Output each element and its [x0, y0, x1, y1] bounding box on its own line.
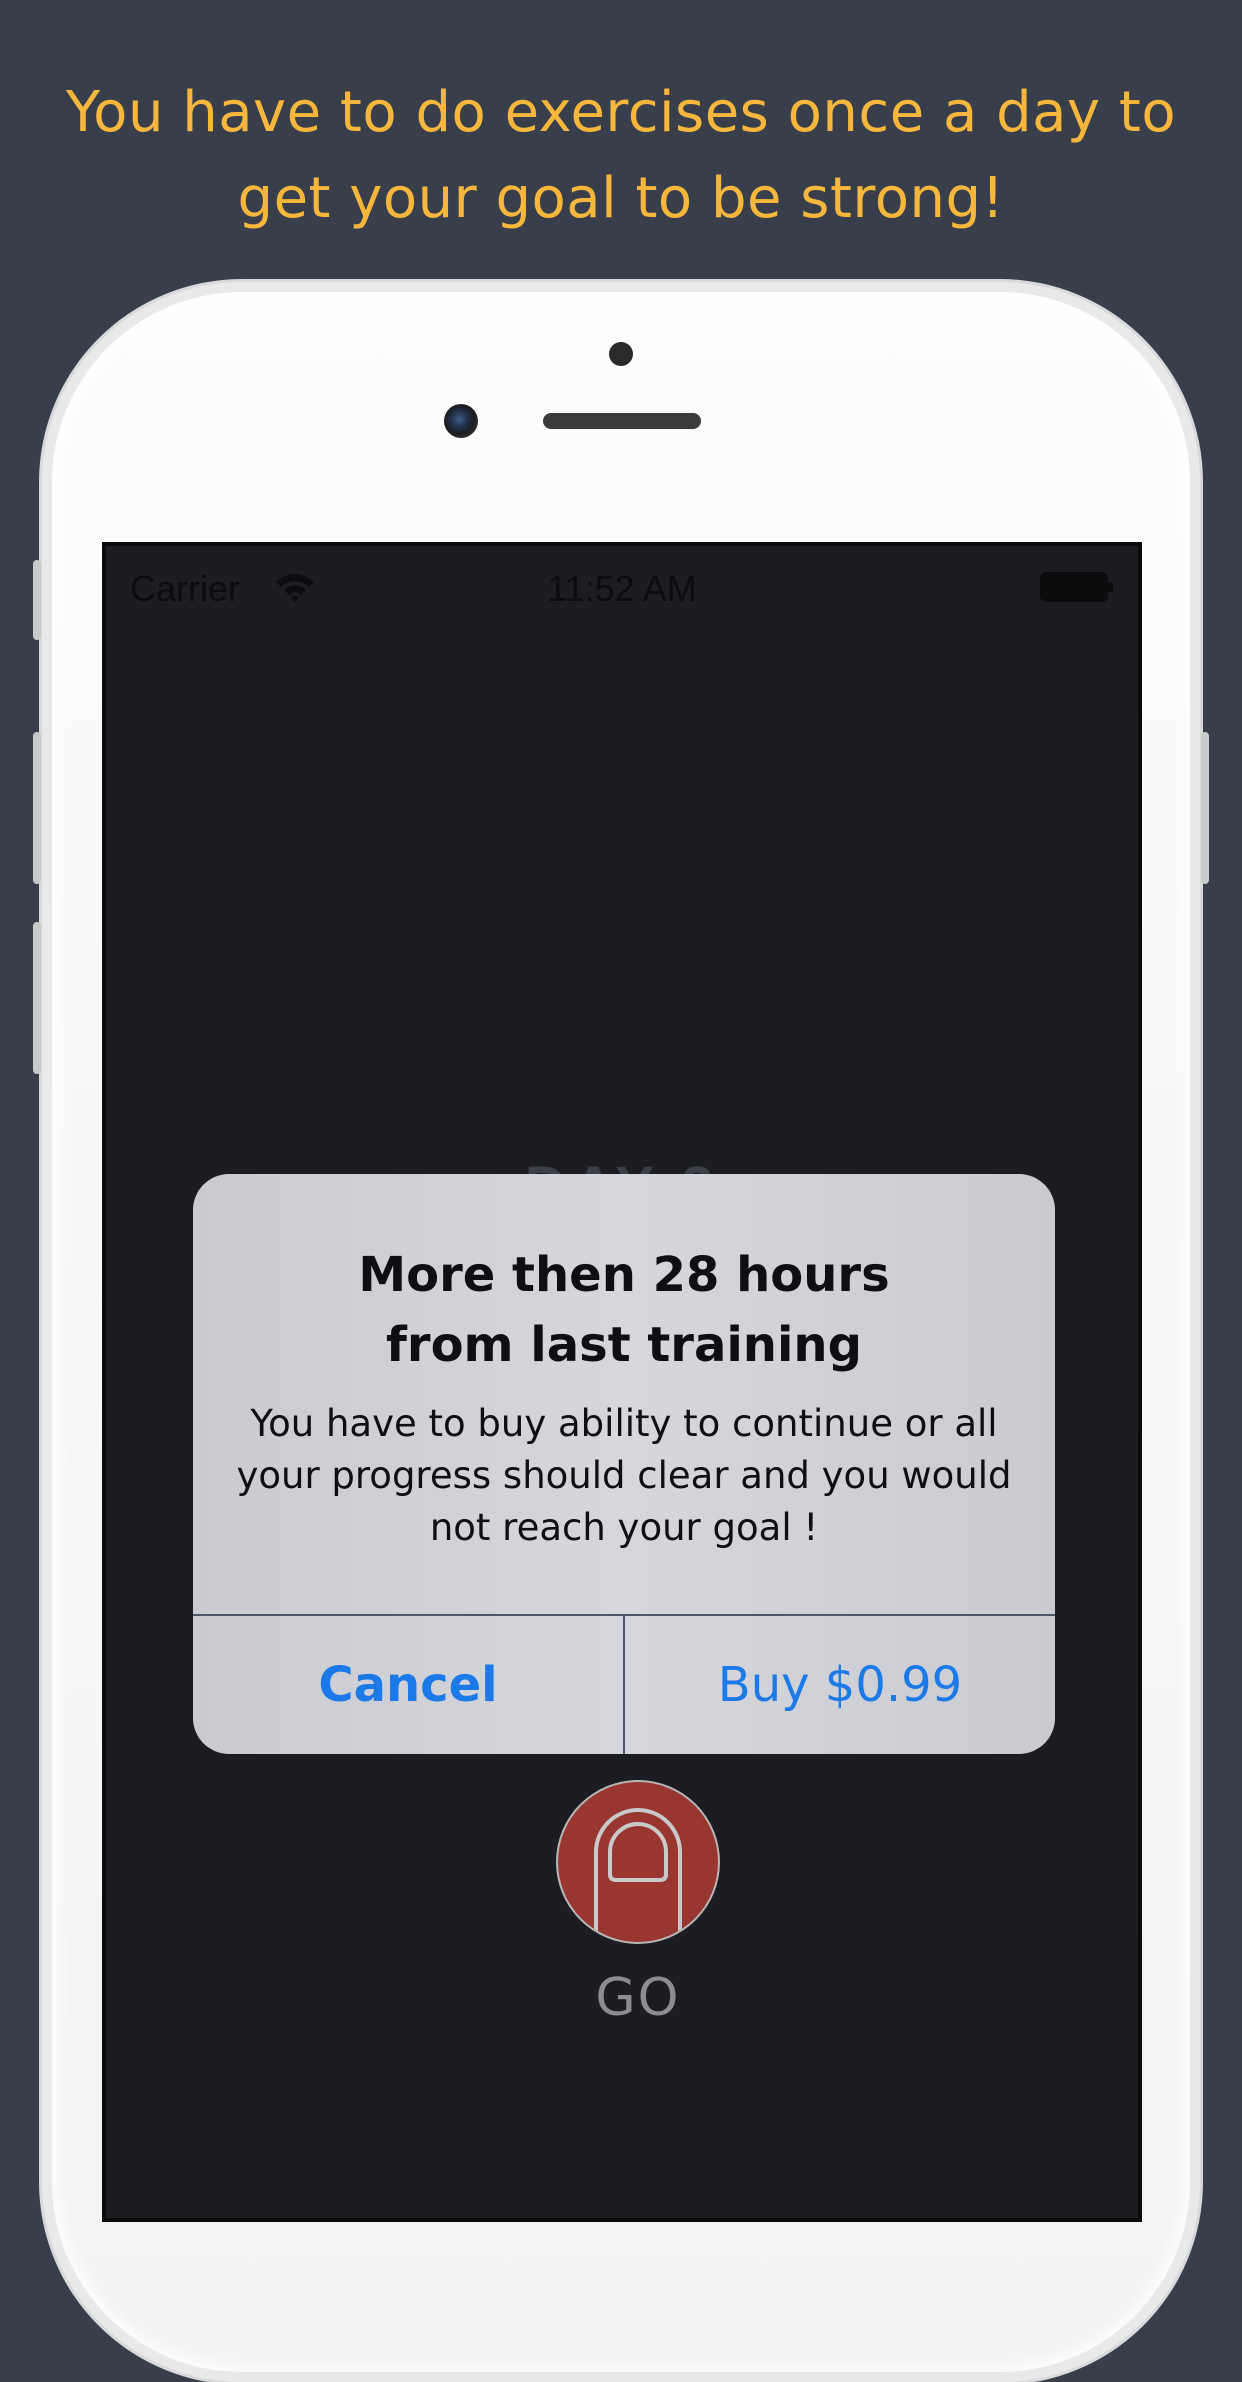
status-time: 11:52 AM: [547, 568, 697, 609]
status-bar: Carrier 11:52 AM: [106, 546, 1138, 630]
battery-icon: [1040, 572, 1113, 602]
alert-message: You have to buy ability to continue or a…: [236, 1402, 1012, 1549]
go-button[interactable]: [558, 1782, 718, 1942]
alert-title: More then 28 hours from last training: [358, 1247, 890, 1373]
volume-down-button: [33, 922, 41, 1074]
promo-headline: You have to do exercises once a day to g…: [65, 80, 1177, 231]
buy-button[interactable]: Buy $0.99: [625, 1616, 1055, 1754]
power-button: [1201, 732, 1209, 884]
volume-up-button: [33, 732, 41, 884]
alert-dialog: More then 28 hours from last training Yo…: [193, 1174, 1055, 1754]
earpiece-speaker: [543, 413, 701, 429]
cancel-button[interactable]: Cancel: [193, 1616, 623, 1754]
phone-screen: Carrier 11:52 AM DAY 2 More then 28 hour…: [102, 542, 1142, 2222]
proximity-sensor: [609, 342, 633, 366]
front-camera: [444, 404, 478, 438]
mute-switch: [33, 560, 41, 640]
go-label: GO: [595, 1968, 681, 2028]
finger-icon: [594, 1808, 682, 1942]
